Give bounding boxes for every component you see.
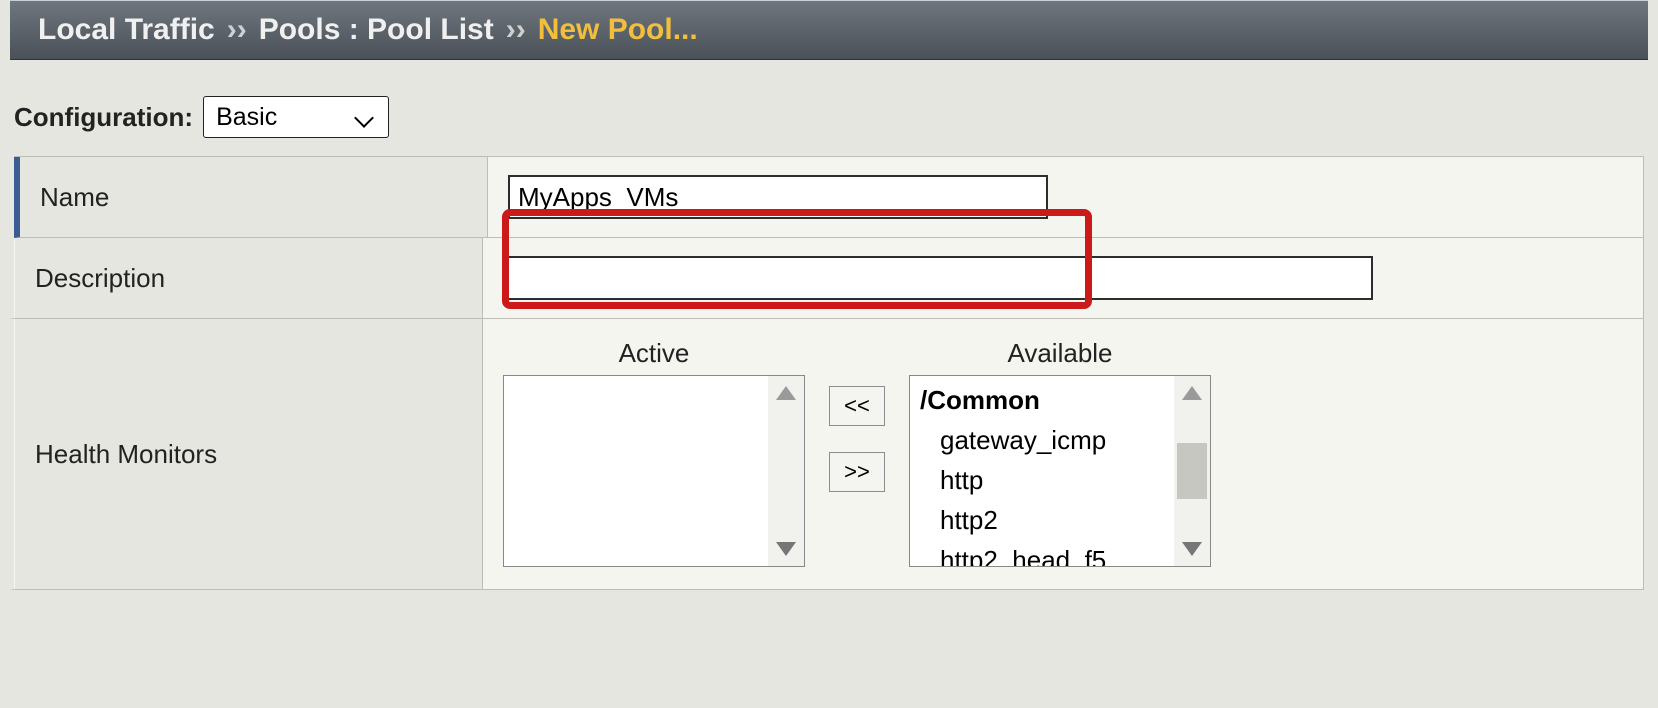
hm-active-listbox[interactable] [503, 375, 805, 567]
hm-available-item[interactable]: http2_head_f5 [918, 540, 1174, 566]
hm-active-column: Active [503, 338, 805, 567]
breadcrumb-current: New Pool... [538, 13, 698, 47]
description-value-cell [483, 238, 1643, 318]
scrollbar[interactable] [768, 376, 804, 566]
hm-available-item[interactable]: gateway_icmp [918, 420, 1174, 460]
hm-active-title: Active [619, 338, 690, 369]
configuration-label: Configuration: [14, 102, 193, 133]
breadcrumb-sep-2: ›› [506, 13, 526, 47]
scrollbar[interactable] [1174, 376, 1210, 566]
move-left-button[interactable]: << [829, 386, 885, 426]
breadcrumb-sep-1: ›› [227, 13, 247, 47]
hm-available-listbox[interactable]: /Commongateway_icmphttphttp2http2_head_f… [909, 375, 1211, 567]
hm-available-column: Available /Commongateway_icmphttphttp2ht… [909, 338, 1211, 567]
hm-available-item[interactable]: http [918, 460, 1174, 500]
description-input[interactable] [503, 256, 1373, 300]
row-description: Description [9, 238, 1644, 319]
scroll-up-icon[interactable] [1182, 386, 1202, 400]
row-name: Name [14, 157, 1644, 238]
configuration-row: Configuration: BasicAdvanced [0, 60, 1658, 156]
breadcrumb-level-2[interactable]: Pools : Pool List [259, 13, 494, 47]
hm-available-title: Available [1007, 338, 1112, 369]
health-monitors-label: Health Monitors [15, 319, 483, 589]
scroll-up-icon[interactable] [776, 386, 796, 400]
health-monitors-container: Active << >> [503, 338, 1211, 567]
health-monitors-value-cell: Active << >> [483, 319, 1643, 589]
configuration-select-wrap: BasicAdvanced [203, 96, 389, 138]
settings-table: Name Description Health Monitors Active [14, 156, 1644, 590]
name-value-cell [488, 157, 1643, 237]
breadcrumb-level-1[interactable]: Local Traffic [38, 13, 215, 47]
scroll-down-icon[interactable] [776, 542, 796, 556]
scroll-down-icon[interactable] [1182, 542, 1202, 556]
hm-move-buttons: << >> [829, 386, 885, 492]
hm-available-group: /Common [918, 380, 1174, 420]
configuration-select[interactable]: BasicAdvanced [203, 96, 389, 138]
name-label: Name [20, 157, 488, 237]
hm-available-item[interactable]: http2 [918, 500, 1174, 540]
move-right-button[interactable]: >> [829, 452, 885, 492]
scroll-thumb[interactable] [1177, 443, 1207, 499]
name-input[interactable] [508, 175, 1048, 219]
description-label: Description [15, 238, 483, 318]
row-health-monitors: Health Monitors Active [9, 319, 1644, 590]
breadcrumb: Local Traffic ›› Pools : Pool List ›› Ne… [10, 0, 1648, 60]
